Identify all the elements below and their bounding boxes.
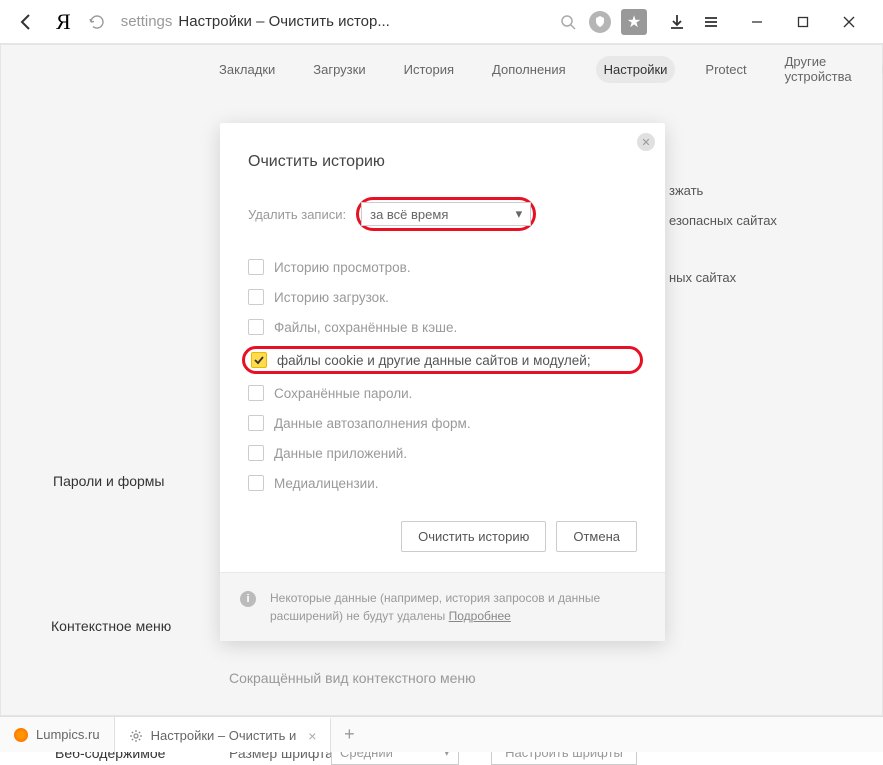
chevron-down-icon: ▾ — [516, 206, 523, 222]
new-tab-button[interactable]: + — [331, 717, 367, 752]
info-learn-more-link[interactable]: Подробнее — [449, 609, 511, 623]
section-passwords: Пароли и формы — [53, 473, 164, 489]
info-icon: i — [240, 591, 256, 607]
tab-bookmarks[interactable]: Закладки — [211, 56, 283, 83]
checkbox[interactable] — [248, 475, 264, 491]
modal-title: Очистить историю — [248, 153, 637, 171]
clear-history-modal: ✕ Очистить историю Удалить записи: за вс… — [220, 123, 665, 641]
browser-tab-bar: Lumpics.ru Настройки – Очистить и × + — [0, 716, 883, 752]
downloads-icon[interactable] — [663, 8, 691, 36]
clear-option-row: Данные автозаполнения форм. — [248, 415, 637, 431]
modal-close-button[interactable]: ✕ — [637, 133, 655, 151]
time-range-value: за всё время — [370, 207, 448, 222]
reload-icon[interactable] — [83, 8, 111, 36]
yandex-logo[interactable]: Я — [50, 9, 77, 35]
clear-option-row: Файлы, сохранённые в кэше. — [248, 319, 637, 335]
clear-history-button[interactable]: Очистить историю — [401, 521, 546, 552]
browser-chrome: Я settings Настройки – Очистить истор...… — [0, 0, 883, 44]
favicon-icon — [14, 728, 28, 742]
maximize-button[interactable] — [787, 6, 819, 38]
checkbox[interactable] — [248, 385, 264, 401]
info-text-content: Некоторые данные (например, история запр… — [270, 591, 600, 623]
address-title: Настройки – Очистить истор... — [178, 13, 389, 30]
option-label: Медиалицензии. — [274, 476, 379, 491]
address-scheme: settings — [121, 13, 173, 30]
checkbox[interactable] — [251, 352, 267, 368]
tab-settings[interactable]: Настройки — [596, 56, 676, 83]
close-window-button[interactable] — [833, 6, 865, 38]
context-shortened-option: Сокращённый вид контекстного меню — [229, 670, 476, 686]
checkbox[interactable] — [248, 259, 264, 275]
clear-option-row: Медиалицензии. — [248, 475, 637, 491]
clear-option-row: Данные приложений. — [248, 445, 637, 461]
close-tab-icon[interactable]: × — [308, 728, 316, 744]
window-controls — [731, 6, 875, 38]
settings-tabs: Закладки Загрузки История Дополнения Нас… — [1, 45, 882, 93]
bg-text-fragment: зжать — [669, 183, 703, 198]
clear-option-row: Историю просмотров. — [248, 259, 637, 275]
checkbox[interactable] — [248, 445, 264, 461]
tab-protect[interactable]: Protect — [697, 56, 754, 83]
modal-info-footer: i Некоторые данные (например, история за… — [220, 572, 665, 641]
tab-label: Настройки – Очистить и — [151, 728, 297, 743]
time-range-label: Удалить записи: — [248, 207, 346, 222]
tab-addons[interactable]: Дополнения — [484, 56, 574, 83]
tab-downloads[interactable]: Загрузки — [305, 56, 373, 83]
minimize-button[interactable] — [741, 6, 773, 38]
option-label: Данные автозаполнения форм. — [274, 416, 471, 431]
address-bar[interactable]: settings Настройки – Очистить истор... — [117, 13, 541, 30]
bookmark-star-icon[interactable]: ★ — [621, 9, 647, 35]
shield-icon[interactable] — [589, 11, 611, 33]
address-icons: ★ — [547, 9, 657, 35]
browser-tab-lumpics[interactable]: Lumpics.ru — [0, 717, 115, 752]
option-label: Файлы, сохранённые в кэше. — [274, 320, 457, 335]
time-range-select[interactable]: за всё время ▾ — [361, 202, 531, 226]
bg-text-fragment: езопасных сайтах — [669, 213, 777, 228]
option-label: Историю загрузок. — [274, 290, 389, 305]
option-label: Данные приложений. — [274, 446, 407, 461]
checkbox[interactable] — [248, 415, 264, 431]
time-highlight-annotation: за всё время ▾ — [356, 197, 536, 231]
section-context-menu: Контекстное меню — [51, 618, 171, 634]
clear-option-row: файлы cookie и другие данные сайтов и мо… — [251, 352, 634, 368]
menu-icon[interactable] — [697, 8, 725, 36]
bg-text-fragment: ных сайтах — [669, 270, 736, 285]
clear-option-row: Историю загрузок. — [248, 289, 637, 305]
clear-option-row: Сохранённые пароли. — [248, 385, 637, 401]
gear-icon — [129, 729, 143, 743]
tab-devices[interactable]: Другие устройства — [777, 48, 860, 90]
checkbox[interactable] — [248, 289, 264, 305]
checkbox[interactable] — [248, 319, 264, 335]
cookies-highlight-annotation: файлы cookie и другие данные сайтов и мо… — [242, 346, 643, 374]
option-label: файлы cookie и другие данные сайтов и мо… — [277, 353, 591, 368]
option-label: Историю просмотров. — [274, 260, 411, 275]
search-icon[interactable] — [557, 11, 579, 33]
back-button[interactable] — [8, 4, 44, 40]
browser-tab-settings[interactable]: Настройки – Очистить и × — [115, 717, 332, 752]
option-label: Сохранённые пароли. — [274, 386, 412, 401]
info-text: Некоторые данные (например, история запр… — [270, 589, 645, 625]
tab-history[interactable]: История — [396, 56, 462, 83]
tab-label: Lumpics.ru — [36, 727, 100, 742]
cancel-button[interactable]: Отмена — [556, 521, 637, 552]
